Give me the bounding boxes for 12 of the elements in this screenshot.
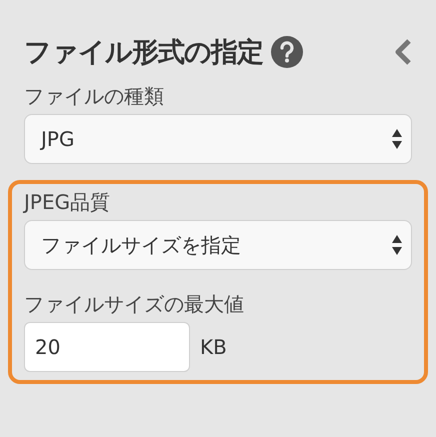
updown-icon	[391, 127, 403, 151]
quality-select[interactable]: ファイルサイズを指定	[24, 220, 412, 270]
max-size-field[interactable]: 20	[24, 322, 190, 372]
chevron-left-icon[interactable]	[394, 38, 412, 66]
field-label: ファイルサイズの最大値	[23, 291, 245, 318]
field-label: JPEG品質	[22, 189, 112, 216]
unit-label: KB	[200, 335, 227, 359]
file-type-select[interactable]: JPG	[24, 114, 412, 164]
help-icon[interactable]	[271, 36, 303, 68]
field-label: ファイルの種類	[23, 83, 165, 110]
updown-icon	[391, 233, 403, 257]
panel-title: ファイル形式の指定	[24, 36, 263, 70]
